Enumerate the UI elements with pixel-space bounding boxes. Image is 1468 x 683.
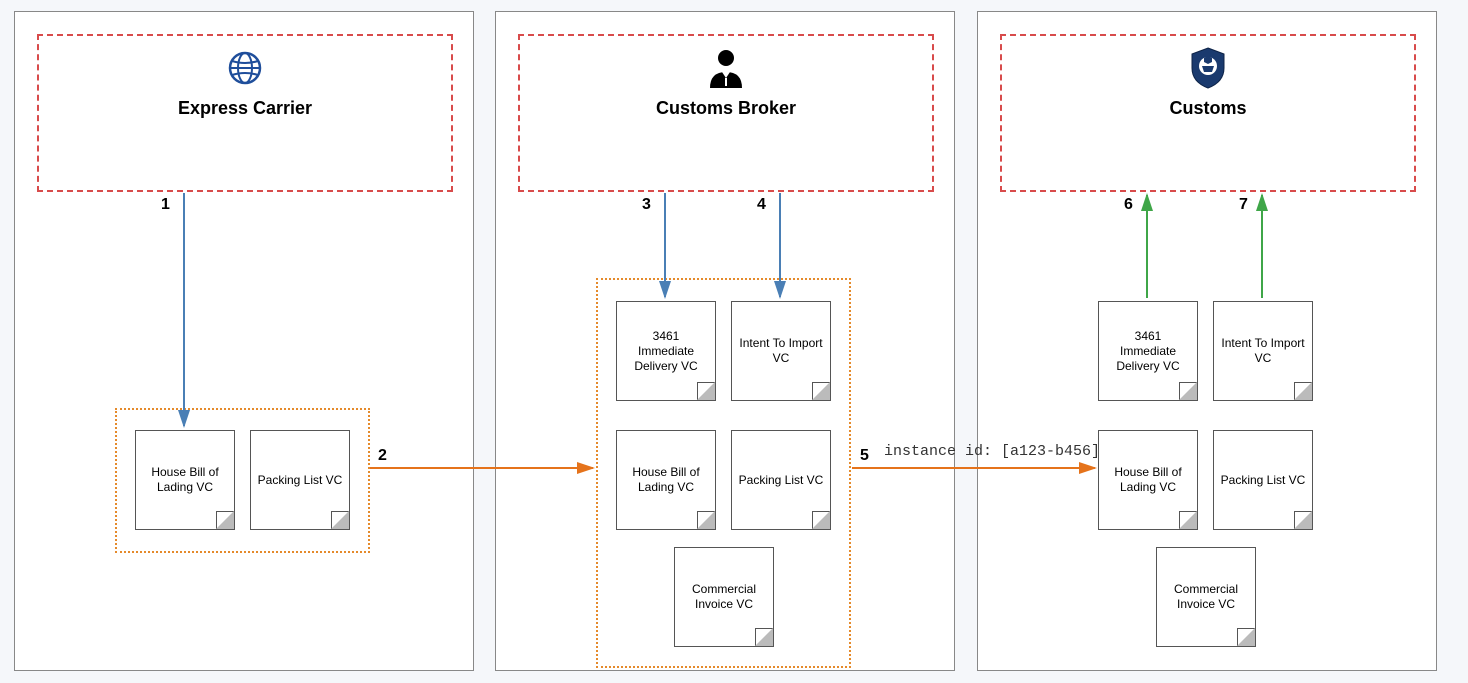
doc-intent-broker: Intent To Import VC (731, 301, 831, 401)
step-3: 3 (642, 196, 651, 214)
doc-label: 3461 Immediate Delivery VC (623, 329, 709, 374)
doc-label: Intent To Import VC (738, 336, 824, 366)
panel-customs: Customs 3461 Immediate Delivery VC Inten… (977, 11, 1437, 671)
doc-label: Commercial Invoice VC (1163, 582, 1249, 612)
doc-label: Packing List VC (258, 473, 343, 488)
panel-express-carrier: Express Carrier House Bill of Lading VC … (14, 11, 474, 671)
doc-hbol-broker: House Bill of Lading VC (616, 430, 716, 530)
step-5: 5 (860, 447, 869, 465)
globe-icon (39, 48, 451, 88)
doc-label: Commercial Invoice VC (681, 582, 767, 612)
doc-hbol-carrier: House Bill of Lading VC (135, 430, 235, 530)
customs-badge-icon (1002, 48, 1414, 88)
doc-intent-customs: Intent To Import VC (1213, 301, 1313, 401)
diagram-canvas: Express Carrier House Bill of Lading VC … (0, 0, 1468, 683)
doc-label: Intent To Import VC (1220, 336, 1306, 366)
panel-customs-broker: Customs Broker 3461 Immediate Delivery V… (495, 11, 955, 671)
actor-title-broker: Customs Broker (520, 98, 932, 119)
actor-title-customs: Customs (1002, 98, 1414, 119)
step-2: 2 (378, 447, 387, 465)
doc-packing-broker: Packing List VC (731, 430, 831, 530)
actor-box-carrier: Express Carrier (37, 34, 453, 192)
step-7: 7 (1239, 196, 1248, 214)
person-icon (520, 48, 932, 88)
doc-3461-broker: 3461 Immediate Delivery VC (616, 301, 716, 401)
doc-label: House Bill of Lading VC (623, 465, 709, 495)
doc-label: Packing List VC (739, 473, 824, 488)
step-4: 4 (757, 196, 766, 214)
doc-label: Packing List VC (1221, 473, 1306, 488)
doc-3461-customs: 3461 Immediate Delivery VC (1098, 301, 1198, 401)
instance-id-annotation: instance id: [a123-b456] (884, 443, 1100, 460)
step-1: 1 (161, 196, 170, 214)
actor-box-broker: Customs Broker (518, 34, 934, 192)
doc-label: House Bill of Lading VC (1105, 465, 1191, 495)
doc-label: 3461 Immediate Delivery VC (1105, 329, 1191, 374)
actor-box-customs: Customs (1000, 34, 1416, 192)
actor-title-carrier: Express Carrier (39, 98, 451, 119)
doc-packing-customs: Packing List VC (1213, 430, 1313, 530)
step-6: 6 (1124, 196, 1133, 214)
doc-hbol-customs: House Bill of Lading VC (1098, 430, 1198, 530)
doc-commercial-broker: Commercial Invoice VC (674, 547, 774, 647)
doc-packing-carrier: Packing List VC (250, 430, 350, 530)
doc-commercial-customs: Commercial Invoice VC (1156, 547, 1256, 647)
doc-label: House Bill of Lading VC (142, 465, 228, 495)
